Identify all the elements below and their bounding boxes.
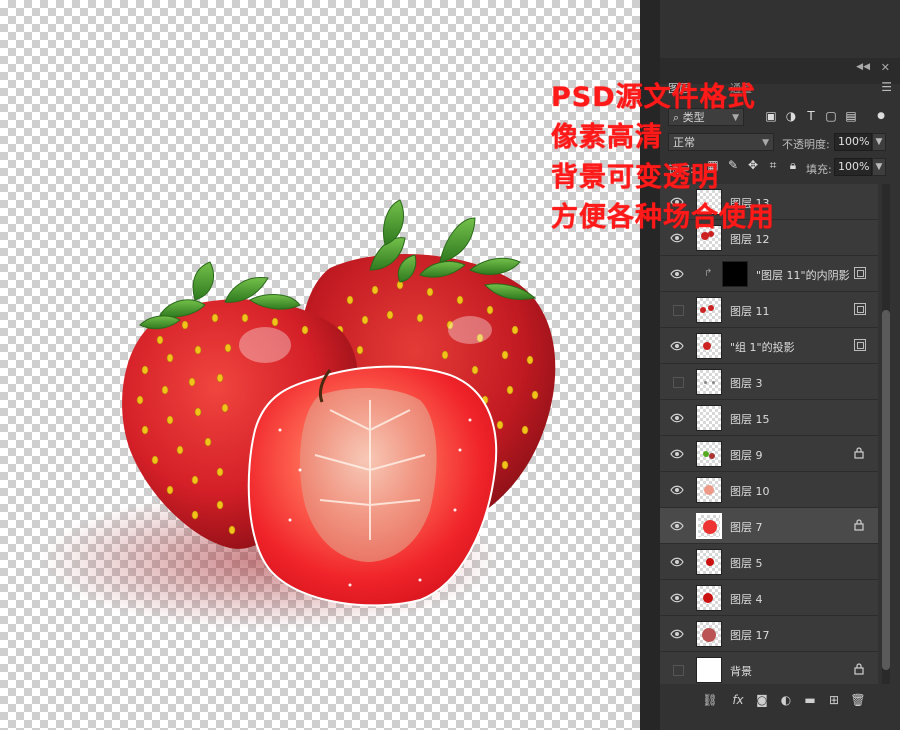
adjustment-layer-icon[interactable]: ◐ — [778, 692, 794, 708]
promo-line-2: 像素高清 — [551, 122, 663, 153]
eye-icon[interactable] — [670, 519, 684, 533]
layer-thumbnail[interactable] — [696, 405, 722, 431]
layer-name[interactable]: 背景 — [730, 663, 752, 679]
thumbnail-content — [703, 593, 713, 603]
lock-icon — [854, 663, 864, 675]
layer-thumbnail[interactable] — [696, 657, 722, 683]
layer-row[interactable]: 图层 9 — [660, 436, 878, 472]
fill-label: 填充: — [806, 163, 832, 176]
layer-name[interactable]: 图层 11 — [730, 303, 770, 319]
layer-row[interactable]: 图层 11 — [660, 292, 878, 328]
thumbnail-content — [706, 558, 714, 566]
promo-line-1: PSD源文件格式 — [551, 82, 756, 113]
lock-icon — [854, 447, 864, 459]
eye-icon[interactable] — [670, 339, 684, 353]
opacity-label: 不透明度: — [782, 138, 830, 151]
eye-icon[interactable] — [670, 483, 684, 497]
layer-thumbnail[interactable] — [696, 549, 722, 575]
layer-thumbnail[interactable] — [696, 369, 722, 395]
adjustment-filter-icon[interactable]: ◑ — [784, 109, 798, 123]
layer-row[interactable]: 背景 — [660, 652, 878, 684]
lock-all-icon[interactable]: 🔒︎ — [786, 158, 800, 172]
thumbnail-content — [702, 628, 716, 642]
layer-row[interactable]: 图层 15 — [660, 400, 878, 436]
thumbnail-content — [703, 342, 711, 350]
smart-object-filter-icon[interactable]: ▤ — [844, 109, 858, 123]
shape-filter-icon[interactable]: ▢ — [824, 109, 838, 123]
layer-effects-icon[interactable] — [854, 267, 866, 279]
visibility-toggle[interactable] — [673, 305, 684, 316]
layer-mask-thumbnail[interactable] — [722, 261, 748, 287]
layer-row[interactable]: 图层 17 — [660, 616, 878, 652]
visibility-toggle[interactable] — [673, 377, 684, 388]
layer-effects-icon[interactable] — [854, 303, 866, 315]
layer-thumbnail[interactable] — [696, 441, 722, 467]
thumbnail-content — [703, 520, 717, 534]
fill-field[interactable]: 100% — [834, 158, 872, 176]
layer-name[interactable]: "图层 11"的内阴影 — [756, 267, 850, 283]
layer-name[interactable]: 图层 15 — [730, 411, 770, 427]
eye-icon[interactable] — [670, 267, 684, 281]
layer-row[interactable]: 图层 4 — [660, 580, 878, 616]
layer-thumbnail[interactable] — [696, 297, 722, 323]
close-icon[interactable]: ✕ — [881, 61, 890, 74]
link-layers-icon[interactable]: ⛓ — [702, 692, 718, 708]
promo-text: PSD源文件格式 像素高清 背景可变透明 方便各种场合使用 — [551, 78, 775, 238]
layer-name[interactable]: 图层 7 — [730, 519, 763, 535]
layer-row[interactable]: 图层 5 — [660, 544, 878, 580]
layer-effects-icon[interactable] — [854, 339, 866, 351]
collapse-icon[interactable]: ◀◀ — [856, 62, 870, 72]
layer-row[interactable]: 图层 7 — [660, 508, 878, 544]
layer-thumbnail[interactable] — [696, 621, 722, 647]
promo-line-4: 方便各种场合使用 — [551, 202, 775, 233]
layer-row[interactable]: ↱ "图层 11"的内阴影 — [660, 256, 878, 292]
thumbnail-content — [704, 485, 714, 495]
fill-dropdown[interactable]: ▼ — [872, 158, 886, 176]
thumbnail-content — [700, 307, 706, 313]
thumbnail-content — [708, 305, 714, 311]
layers-bottom-bar: ⛓ fx ◙ ◐ ▬ ⊞ 🗑︎ — [660, 688, 900, 714]
layer-row[interactable]: 图层 10 — [660, 472, 878, 508]
thumbnail-content — [709, 453, 715, 459]
promo-line-3: 背景可变透明 — [551, 162, 719, 193]
layer-name[interactable]: 图层 17 — [730, 627, 770, 643]
add-mask-icon[interactable]: ◙ — [754, 692, 770, 708]
eye-icon[interactable] — [670, 411, 684, 425]
eye-icon[interactable] — [670, 627, 684, 641]
layers-scrollbar-thumb[interactable] — [882, 310, 890, 670]
visibility-toggle[interactable] — [673, 665, 684, 676]
layer-name[interactable]: 图层 9 — [730, 447, 763, 463]
layer-name[interactable]: 图层 3 — [730, 375, 763, 391]
filter-toggle-icon[interactable]: ● — [874, 109, 888, 123]
lock-icon — [854, 519, 864, 531]
type-filter-icon[interactable]: T — [804, 109, 818, 123]
strawberry-half — [247, 365, 498, 607]
layers-list[interactable]: 图层 13 图层 12 ↱ "图层 11"的内阴影 图层 11 "组 1"的投影 图层 3图… — [660, 184, 878, 684]
layer-row[interactable]: 图层 3 — [660, 364, 878, 400]
trash-icon[interactable]: 🗑︎ — [850, 692, 866, 708]
new-group-icon[interactable]: ▬ — [802, 692, 818, 708]
layer-name[interactable]: 图层 4 — [730, 591, 763, 607]
opacity-dropdown[interactable]: ▼ — [872, 133, 886, 151]
layer-thumbnail[interactable] — [696, 513, 722, 539]
layer-name[interactable]: 图层 10 — [730, 483, 770, 499]
fx-icon[interactable]: fx — [730, 692, 746, 708]
layer-name[interactable]: "组 1"的投影 — [730, 339, 795, 355]
strawberry-artwork — [40, 199, 556, 630]
layer-thumbnail[interactable] — [696, 585, 722, 611]
layer-thumbnail[interactable] — [696, 333, 722, 359]
thumbnail-content — [703, 380, 707, 384]
eye-icon[interactable] — [670, 555, 684, 569]
layer-thumbnail[interactable] — [696, 477, 722, 503]
thumbnail-content — [711, 380, 715, 384]
eye-icon[interactable] — [670, 447, 684, 461]
document-canvas[interactable] — [0, 0, 640, 730]
layer-name[interactable]: 图层 5 — [730, 555, 763, 571]
panel-menu-icon[interactable]: ☰ — [881, 80, 892, 94]
layer-row[interactable]: "组 1"的投影 — [660, 328, 878, 364]
clipping-mask-icon: ↱ — [704, 268, 713, 279]
new-layer-icon[interactable]: ⊞ — [826, 692, 842, 708]
eye-icon[interactable] — [670, 591, 684, 605]
opacity-field[interactable]: 100% — [834, 133, 872, 151]
